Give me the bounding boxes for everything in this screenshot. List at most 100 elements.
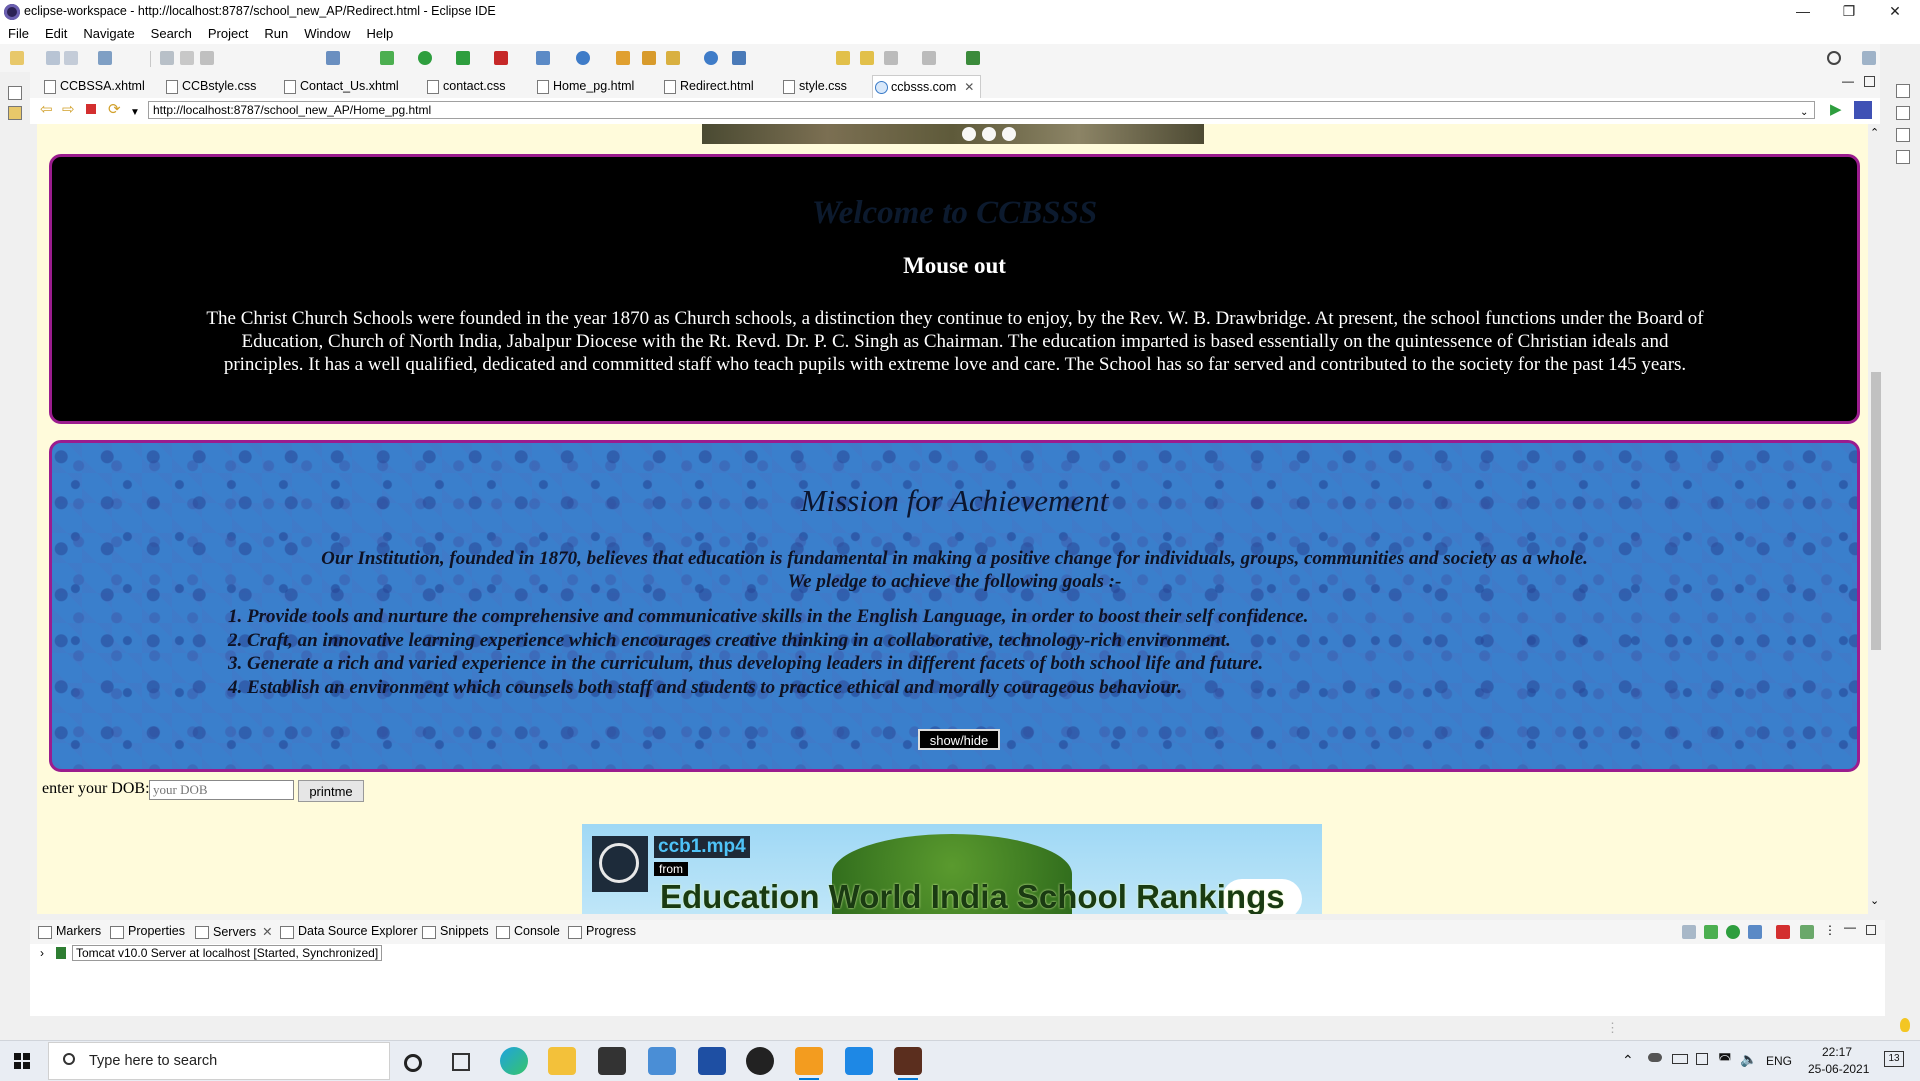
start-server-icon[interactable]: [1726, 925, 1740, 939]
page-scrollbar[interactable]: ⌃ ⌄: [1868, 124, 1884, 914]
vscode-icon[interactable]: [845, 1047, 873, 1075]
maximize-editor-icon[interactable]: [1864, 76, 1875, 87]
terminate-icon[interactable]: [200, 51, 214, 65]
tab-home-pg-html[interactable]: Home_pg.html: [535, 75, 634, 97]
tip-bulb-icon[interactable]: [1900, 1018, 1910, 1032]
profile-server-icon[interactable]: [1748, 925, 1762, 939]
tab-servers[interactable]: Servers ✕: [195, 924, 273, 939]
slider-dot-2[interactable]: [982, 127, 996, 141]
restore-right-icon[interactable]: [1896, 84, 1910, 98]
forward-arrow-icon[interactable]: ⇨: [62, 102, 75, 118]
palette-icon[interactable]: [1896, 150, 1910, 164]
next-edit-icon[interactable]: [860, 51, 874, 65]
eclipse-taskbar-icon[interactable]: [894, 1047, 922, 1080]
channel-avatar[interactable]: [592, 836, 648, 892]
prev-edit-icon[interactable]: [836, 51, 850, 65]
web-browser-icon[interactable]: [576, 51, 590, 65]
edge-icon[interactable]: [500, 1047, 528, 1075]
menu-run[interactable]: Run: [256, 24, 296, 41]
menu-help[interactable]: Help: [358, 24, 401, 41]
menu-project[interactable]: Project: [200, 24, 256, 41]
publish-icon[interactable]: [1800, 925, 1814, 939]
windows-start-icon[interactable]: [14, 1053, 30, 1069]
refresh-icon[interactable]: ⟳: [108, 102, 121, 118]
mail-icon[interactable]: [648, 1047, 676, 1075]
open-external-browser-icon[interactable]: [1854, 101, 1872, 119]
maximize-view-icon[interactable]: [1866, 925, 1876, 935]
project-explorer-icon[interactable]: [8, 106, 22, 120]
show-hidden-icons[interactable]: ⌃: [1622, 1052, 1634, 1069]
video-title[interactable]: ccb1.mp4: [654, 836, 750, 858]
close-tab-icon[interactable]: ✕: [262, 925, 272, 939]
taskbar-search[interactable]: Type here to search: [48, 1042, 390, 1080]
tab-style-css[interactable]: style.css: [781, 75, 847, 97]
menu-file[interactable]: File: [0, 24, 37, 41]
tab-contact-us-xhtml[interactable]: Contact_Us.xhtml: [282, 75, 399, 97]
task-view-icon[interactable]: [452, 1053, 470, 1071]
refresh-dropdown-icon[interactable]: ▼: [130, 105, 140, 121]
open-task-icon[interactable]: [642, 51, 656, 65]
tab-contact-css[interactable]: contact.css: [425, 75, 506, 97]
back-icon[interactable]: [884, 51, 898, 65]
restore-button[interactable]: ❐: [1826, 0, 1872, 24]
device-icon[interactable]: [1696, 1053, 1708, 1065]
close-button[interactable]: ✕: [1872, 0, 1918, 24]
url-input[interactable]: [148, 101, 1815, 119]
suspend-icon[interactable]: [180, 51, 194, 65]
new-server-icon[interactable]: [536, 51, 550, 65]
scroll-down-icon[interactable]: ⌄: [1870, 894, 1879, 907]
new-icon[interactable]: [10, 51, 24, 65]
xbox-icon[interactable]: [746, 1047, 774, 1075]
url-dropdown-icon[interactable]: ⌄: [1800, 105, 1808, 121]
task-list-icon[interactable]: [1896, 128, 1910, 142]
restore-view-icon[interactable]: [8, 86, 22, 100]
skip-breakpoints-icon[interactable]: [326, 51, 340, 65]
debug-server-icon[interactable]: [1704, 925, 1718, 939]
save-icon[interactable]: [46, 51, 60, 65]
printme-button[interactable]: printme: [298, 780, 364, 802]
file-explorer-icon[interactable]: [548, 1047, 576, 1075]
tab-ccbsss-com[interactable]: ccbsss.com ✕: [872, 75, 982, 98]
close-tab-icon[interactable]: ✕: [964, 76, 974, 98]
dob-input[interactable]: [149, 780, 294, 800]
pen-app-icon[interactable]: [698, 1047, 726, 1075]
minimize-view-icon[interactable]: —: [1844, 920, 1856, 934]
back-arrow-icon[interactable]: ⇦: [40, 102, 53, 118]
terminal-icon[interactable]: [98, 51, 112, 65]
welcome-panel[interactable]: Welcome to CCBSSS Mouse out The Christ C…: [49, 154, 1860, 424]
tab-markers[interactable]: Markers: [38, 924, 101, 939]
tab-snippets[interactable]: Snippets: [422, 924, 489, 939]
show-hide-button[interactable]: show/hide: [918, 729, 1000, 750]
go-icon[interactable]: ▶: [1830, 102, 1842, 118]
tab-data-source-explorer[interactable]: Data Source Explorer: [280, 924, 418, 939]
minimize-button[interactable]: —: [1780, 0, 1826, 24]
menu-search[interactable]: Search: [143, 24, 200, 41]
tab-console[interactable]: Console: [496, 924, 560, 939]
slider-dot-1[interactable]: [962, 127, 976, 141]
menu-window[interactable]: Window: [296, 24, 358, 41]
open-perspective-icon[interactable]: [1862, 51, 1876, 65]
debug-server-icon[interactable]: [732, 51, 746, 65]
external-tools-icon[interactable]: [494, 51, 508, 65]
onedrive-icon[interactable]: [1648, 1053, 1662, 1062]
notification-icon[interactable]: 13: [1884, 1051, 1904, 1067]
tab-ccbstyle-css[interactable]: CCBstyle.css: [164, 75, 256, 97]
language-indicator[interactable]: ENG: [1766, 1054, 1792, 1068]
video-player[interactable]: ccb1.mp4 from Education World India Scho…: [582, 824, 1322, 914]
menu-edit[interactable]: Edit: [37, 24, 75, 41]
save-all-icon[interactable]: [64, 51, 78, 65]
clock-time[interactable]: 22:17: [1822, 1045, 1852, 1059]
debug-icon[interactable]: [380, 51, 394, 65]
slider-dot-3[interactable]: [1002, 127, 1016, 141]
resume-icon[interactable]: [160, 51, 174, 65]
tab-redirect-html[interactable]: Redirect.html: [662, 75, 754, 97]
search-icon[interactable]: [1827, 51, 1841, 65]
scroll-up-icon[interactable]: ⌃: [1870, 126, 1879, 139]
expand-chevron-icon[interactable]: ›: [40, 946, 44, 960]
volume-icon[interactable]: 🔈: [1740, 1051, 1757, 1068]
search-tool-icon[interactable]: [666, 51, 680, 65]
stop-icon[interactable]: [86, 104, 96, 114]
menu-navigate[interactable]: Navigate: [75, 24, 142, 41]
server-row[interactable]: › Tomcat v10.0 Server at localhost [Start…: [40, 945, 383, 961]
open-console-icon[interactable]: [966, 51, 980, 65]
